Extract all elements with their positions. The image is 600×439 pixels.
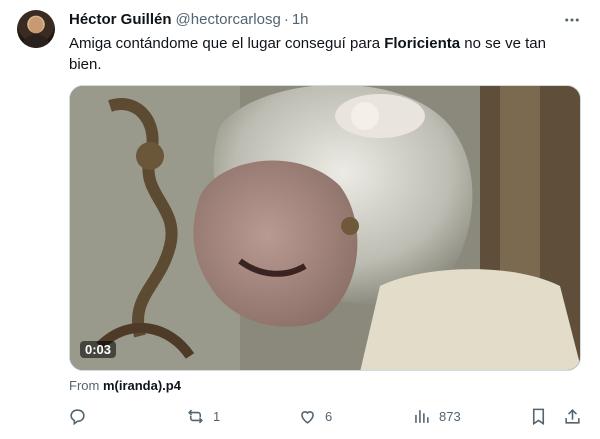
tweet-text: Amiga contándome que el lugar conseguí p… [69, 33, 569, 75]
retweet-icon [188, 409, 203, 423]
more-horizontal-icon[interactable] [562, 10, 582, 30]
tweet-time[interactable]: 1h [292, 11, 309, 28]
tweet-header: Héctor Guillén @hectorcarlosg · 1h [69, 9, 309, 29]
tweet-text-bold: Floricienta [384, 35, 461, 52]
views-count: 873 [439, 408, 461, 424]
share-button[interactable] [563, 404, 582, 428]
author-handle[interactable]: @hectorcarlosg [176, 11, 281, 28]
views-button[interactable]: 873 [412, 404, 461, 428]
like-count: 6 [325, 408, 333, 424]
source-prefix: From [69, 378, 103, 393]
action-bar: 1 6 873 [0, 404, 600, 428]
retweet-count: 1 [213, 408, 221, 424]
reply-button[interactable] [68, 404, 95, 428]
avatar-face [29, 17, 43, 33]
video-frame [70, 86, 580, 370]
retweet-button[interactable]: 1 [186, 404, 220, 428]
tweet-card[interactable]: Héctor Guillén @hectorcarlosg · 1h Amiga… [0, 0, 600, 439]
heart-icon [301, 410, 314, 424]
avatar[interactable] [17, 10, 55, 48]
share-icon [565, 408, 580, 424]
bookmark-button[interactable] [529, 404, 548, 428]
video-duration: 0:03 [80, 341, 117, 358]
like-button[interactable]: 6 [298, 404, 332, 428]
video-player[interactable]: 0:03 [69, 85, 581, 371]
views-chart-icon [415, 409, 429, 423]
bookmark-icon [532, 408, 545, 425]
source-name[interactable]: m(iranda).p4 [103, 378, 181, 393]
author-name[interactable]: Héctor Guillén [69, 11, 172, 28]
avatar-body [22, 34, 50, 48]
reply-icon [70, 408, 85, 425]
video-source: From m(iranda).p4 [69, 378, 181, 393]
tweet-text-part: Amiga contándome que el lugar conseguí p… [69, 35, 385, 52]
separator-dot: · [283, 10, 289, 28]
